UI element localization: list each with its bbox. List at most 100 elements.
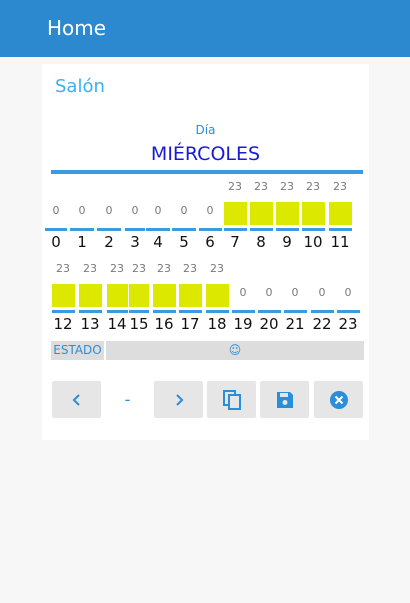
hour-value: 23 <box>254 180 268 193</box>
hour-label: 1 <box>77 233 87 251</box>
app-bar: Home <box>0 0 410 57</box>
hour-label: 13 <box>80 315 100 333</box>
hour-value: 23 <box>183 262 197 275</box>
hour-bar[interactable] <box>205 284 229 307</box>
hour-bar[interactable] <box>51 284 75 307</box>
hour-value: 0 <box>265 286 273 299</box>
hour-bar[interactable] <box>106 284 128 307</box>
day-underline <box>51 170 363 174</box>
hour-label: 14 <box>107 315 127 333</box>
hour-label: 22 <box>312 315 332 333</box>
save-button[interactable] <box>260 381 309 418</box>
chevron-left-icon <box>72 393 80 406</box>
hour-bar[interactable] <box>178 284 202 307</box>
hour-label: 12 <box>53 315 73 333</box>
hour-value: 23 <box>110 262 124 275</box>
hour-label: 4 <box>153 233 163 251</box>
cancel-button[interactable] <box>314 381 363 418</box>
hour-bar[interactable] <box>152 284 176 307</box>
hour-value: 0 <box>239 286 247 299</box>
hour-tick <box>78 310 102 313</box>
hour-value: 0 <box>105 204 113 217</box>
hour-tick <box>70 228 94 231</box>
chevron-right-icon <box>175 393 183 406</box>
hour-tick <box>45 228 67 231</box>
hour-bar[interactable] <box>275 202 299 225</box>
hour-tick <box>283 310 307 313</box>
hour-value: 23 <box>333 180 347 193</box>
estado-label: ESTADO <box>51 341 104 360</box>
hour-value: 23 <box>228 180 242 193</box>
hour-value: 0 <box>291 286 299 299</box>
hour-label: 9 <box>282 233 292 251</box>
hour-bar[interactable] <box>129 284 149 307</box>
estado-value: ☺ <box>106 341 364 360</box>
hour-tick <box>257 310 281 313</box>
hour-bar[interactable] <box>328 202 352 225</box>
hour-label: 3 <box>130 233 140 251</box>
hour-tick <box>178 310 202 313</box>
hour-value: 0 <box>131 204 139 217</box>
hour-tick <box>275 228 299 231</box>
hour-tick <box>328 228 352 231</box>
hour-label: 18 <box>207 315 227 333</box>
hour-label: 0 <box>51 233 61 251</box>
hour-tick <box>198 228 222 231</box>
hour-tick <box>51 310 75 313</box>
hour-tick <box>129 310 149 313</box>
hour-value: 23 <box>157 262 171 275</box>
hour-label: 19 <box>233 315 253 333</box>
hour-label: 15 <box>129 315 149 333</box>
hour-tick <box>97 228 121 231</box>
hour-label: 6 <box>205 233 215 251</box>
hour-tick <box>106 310 128 313</box>
save-icon <box>276 391 293 408</box>
hour-label: 11 <box>330 233 350 251</box>
hour-label: 17 <box>180 315 200 333</box>
app-title: Home <box>47 16 107 40</box>
day-value[interactable]: MIÉRCOLES <box>42 143 369 165</box>
hour-label: 10 <box>303 233 323 251</box>
hour-tick <box>249 228 273 231</box>
hour-tick <box>172 228 196 231</box>
hour-tick <box>310 310 334 313</box>
hour-tick <box>231 310 255 313</box>
nav-separator: - <box>124 390 131 409</box>
hour-value: 0 <box>78 204 86 217</box>
hour-value: 0 <box>180 204 188 217</box>
hour-label: 2 <box>104 233 114 251</box>
hour-value: 23 <box>56 262 70 275</box>
copy-button[interactable] <box>207 381 256 418</box>
hour-tick <box>205 310 229 313</box>
hour-value: 0 <box>154 204 162 217</box>
hour-value: 23 <box>306 180 320 193</box>
hour-tick <box>125 228 145 231</box>
schedule-card: Salón Día MIÉRCOLES 0 0 0 1 0 2 0 3 0 4 0 5 0 6 23 7 23 8… <box>42 64 369 440</box>
previous-button[interactable] <box>52 381 101 418</box>
hour-value: 23 <box>83 262 97 275</box>
hour-value: 0 <box>344 286 352 299</box>
hour-value: 23 <box>280 180 294 193</box>
hour-label: 8 <box>256 233 266 251</box>
hour-label: 21 <box>285 315 305 333</box>
day-label: Día <box>195 123 216 137</box>
cancel-icon <box>329 390 348 409</box>
hour-tick <box>152 310 176 313</box>
hour-bar[interactable] <box>249 202 273 225</box>
hour-value: 0 <box>318 286 326 299</box>
hour-bar[interactable] <box>78 284 102 307</box>
next-button[interactable] <box>154 381 203 418</box>
hour-tick <box>223 228 247 231</box>
hour-value: 0 <box>52 204 60 217</box>
hour-bar[interactable] <box>301 202 325 225</box>
hour-label: 7 <box>230 233 240 251</box>
hour-tick <box>336 310 360 313</box>
hour-label: 20 <box>259 315 279 333</box>
hour-label: 23 <box>338 315 358 333</box>
hour-value: 23 <box>210 262 224 275</box>
card-title: Salón <box>55 76 105 97</box>
hour-bar[interactable] <box>223 202 247 225</box>
hour-value: 0 <box>206 204 214 217</box>
hour-value: 23 <box>132 262 146 275</box>
copy-icon <box>222 389 241 410</box>
